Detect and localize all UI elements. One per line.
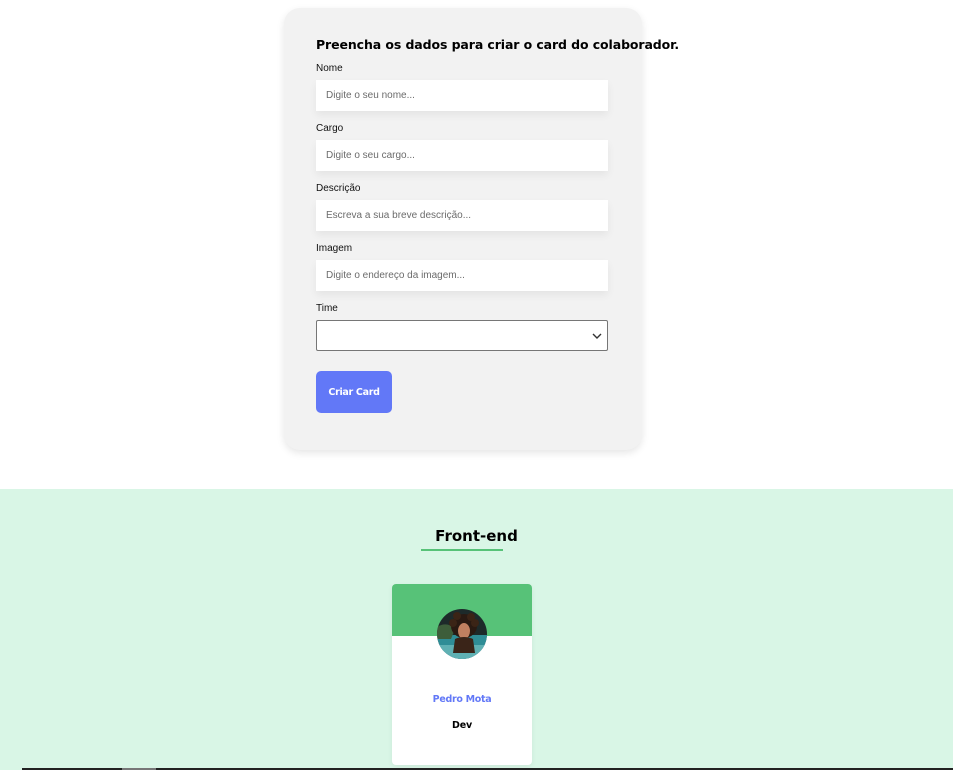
name-label: Nome bbox=[316, 63, 343, 74]
role-input[interactable] bbox=[316, 140, 608, 171]
collaborator-form: Preencha os dados para criar o card do c… bbox=[284, 8, 680, 450]
team-field-group: Time bbox=[316, 304, 610, 351]
description-input[interactable] bbox=[316, 200, 608, 231]
collaborator-name: Pedro Mota bbox=[432, 694, 492, 705]
name-input[interactable] bbox=[316, 80, 608, 111]
image-field-group: Imagem bbox=[316, 244, 610, 291]
avatar-photo bbox=[437, 609, 487, 659]
page: Preencha os dados para criar o card do c… bbox=[0, 0, 953, 770]
team-label: Time bbox=[316, 303, 338, 314]
form-title: Preencha os dados para criar o card do c… bbox=[316, 37, 680, 52]
team-title: Front-end bbox=[435, 527, 518, 545]
image-url-input[interactable] bbox=[316, 260, 608, 291]
description-field-group: Descrição bbox=[316, 184, 610, 231]
role-field-group: Cargo bbox=[316, 124, 610, 171]
avatar bbox=[437, 609, 487, 659]
name-field-group: Nome bbox=[316, 64, 610, 111]
description-label: Descrição bbox=[316, 183, 361, 194]
role-label: Cargo bbox=[316, 123, 344, 134]
team-select-wrapper[interactable] bbox=[316, 320, 608, 351]
team-title-underline bbox=[421, 549, 503, 551]
collaborator-card: Pedro Mota Dev bbox=[392, 584, 532, 765]
team-section-front-end: Front-end Pedro Mota Dev bbox=[0, 489, 953, 770]
team-select[interactable] bbox=[317, 321, 607, 350]
collaborator-role: Dev bbox=[452, 720, 472, 731]
create-card-button[interactable]: Criar Card bbox=[316, 371, 392, 413]
image-label: Imagem bbox=[316, 243, 353, 254]
